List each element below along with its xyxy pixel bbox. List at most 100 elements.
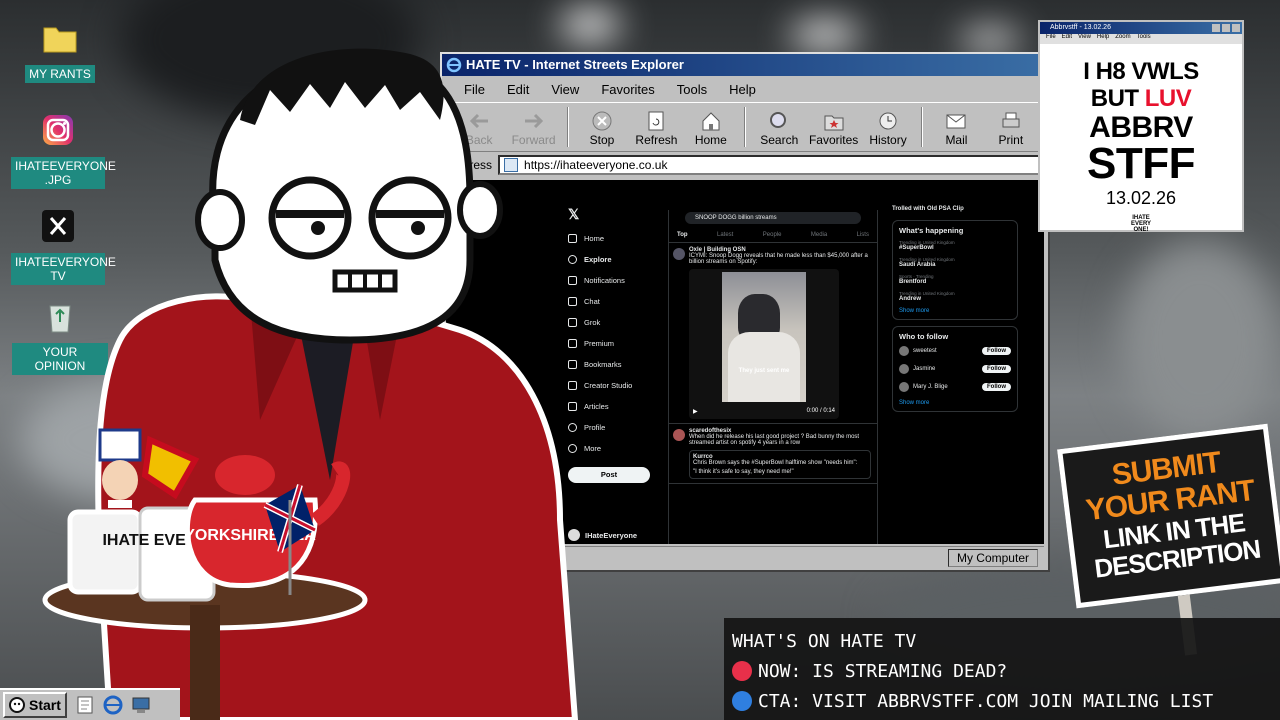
x-nav-bookmarks[interactable]: Bookmarks bbox=[568, 354, 664, 375]
trend-headline[interactable]: Trolled with Old PSA Clip bbox=[892, 206, 1018, 212]
x-nav-home[interactable]: Home bbox=[568, 228, 664, 249]
refresh-button[interactable]: Refresh bbox=[629, 111, 683, 147]
menu-zoom[interactable]: Zoom bbox=[1115, 34, 1130, 44]
history-button[interactable]: History bbox=[861, 111, 915, 147]
x-nav-more[interactable]: More bbox=[568, 438, 664, 459]
menu-help[interactable]: Help bbox=[1097, 34, 1109, 44]
trend-item[interactable]: Trending in United Kingdom Andrew bbox=[899, 291, 1011, 302]
menu-view[interactable]: View bbox=[1078, 34, 1091, 44]
menu-favorites[interactable]: Favorites bbox=[601, 82, 654, 97]
tweet[interactable]: scaredofthesix When did he release his l… bbox=[669, 424, 877, 484]
follow-suggestion: Jasmine Follow bbox=[899, 364, 1011, 374]
x-logo-icon[interactable]: 𝕏 bbox=[568, 206, 664, 228]
desktop-computer-icon[interactable] bbox=[131, 695, 151, 715]
tab-top[interactable]: Top bbox=[677, 232, 688, 238]
browser-toolbar: Back Forward Stop Refresh Home Search Fa… bbox=[442, 102, 1048, 152]
trend-item[interactable]: Sports · Trending Brentford bbox=[899, 274, 1011, 285]
follow-button[interactable]: Follow bbox=[982, 383, 1011, 391]
close-button[interactable] bbox=[1232, 24, 1240, 32]
x-nav-profile[interactable]: Profile bbox=[568, 417, 664, 438]
x-nav-grok[interactable]: Grok bbox=[568, 312, 664, 333]
menu-file[interactable]: File bbox=[464, 82, 485, 97]
mail-icon bbox=[946, 114, 966, 129]
nav-label: More bbox=[584, 444, 602, 453]
start-button[interactable]: Start bbox=[3, 692, 67, 718]
search-button[interactable]: Search bbox=[752, 111, 806, 147]
x-nav-creator-studio[interactable]: Creator Studio bbox=[568, 375, 664, 396]
home-label: Home bbox=[694, 133, 727, 147]
nav-label: Profile bbox=[584, 423, 606, 432]
play-icon[interactable]: ▶ bbox=[693, 408, 698, 415]
mail-button[interactable]: Mail bbox=[929, 111, 983, 147]
tab-lists[interactable]: Lists bbox=[857, 232, 869, 238]
menu-edit[interactable]: Edit bbox=[1062, 34, 1072, 44]
menu-edit[interactable]: Edit bbox=[507, 82, 529, 97]
favorites-button[interactable]: Favorites bbox=[806, 111, 860, 147]
show-more-link[interactable]: Show more bbox=[899, 308, 1011, 314]
tab-latest[interactable]: Latest bbox=[717, 232, 733, 238]
x-nav-explore[interactable]: Explore bbox=[568, 249, 664, 270]
avatar bbox=[673, 248, 685, 260]
x-nav-premium[interactable]: Premium bbox=[568, 333, 664, 354]
abbrv-titlebar[interactable]: Abbrvstff - 13.02.26 bbox=[1040, 22, 1242, 34]
tab-people[interactable]: People bbox=[763, 232, 782, 238]
follow-button[interactable]: Follow bbox=[982, 365, 1011, 373]
x-account-switcher[interactable]: IHateEveryone bbox=[568, 529, 664, 541]
desktop-icon-my-rants[interactable]: MY RANTS bbox=[12, 20, 108, 83]
menu-file[interactable]: File bbox=[1046, 34, 1056, 44]
address-input[interactable]: https://ihateeveryone.co.uk bbox=[498, 155, 1042, 175]
tweet[interactable]: Oxle | Building OSN ICYMI: Snoop Dogg re… bbox=[669, 243, 877, 424]
menu-help[interactable]: Help bbox=[729, 82, 756, 97]
premium-icon bbox=[568, 339, 577, 348]
browser-titlebar[interactable]: HATE TV - Internet Streets Explorer bbox=[442, 54, 1048, 76]
address-url: https://ihateeveryone.co.uk bbox=[524, 158, 668, 172]
poster-date: 13.02.26 bbox=[1105, 188, 1177, 208]
forward-label: Forward bbox=[511, 133, 556, 147]
menu-tools[interactable]: Tools bbox=[677, 82, 707, 97]
trend-topic: Andrew bbox=[899, 296, 922, 302]
grok-icon bbox=[568, 318, 577, 327]
desktop-icon-x-tv[interactable]: IHATEEVERYONE TV bbox=[10, 208, 116, 285]
info-cta-row: CTA: VISIT ABBRVSTFF.COM JOIN MAILING LI… bbox=[732, 686, 1272, 716]
show-more-link[interactable]: Show more bbox=[899, 400, 1011, 406]
history-label: History bbox=[869, 133, 907, 147]
x-post-button[interactable]: Post bbox=[568, 467, 650, 483]
avatar bbox=[899, 346, 909, 356]
desktop-icon-instagram[interactable]: IHATEEVERYONE .JPG bbox=[10, 112, 116, 189]
poster-line-1: I H8 VWLS bbox=[1083, 58, 1199, 85]
red-dot-icon bbox=[732, 661, 752, 681]
menu-view[interactable]: View bbox=[551, 82, 579, 97]
maximize-button[interactable] bbox=[1222, 24, 1230, 32]
avatar bbox=[568, 529, 580, 541]
trend-item[interactable]: Trending in United Kingdom Saudi Arabia bbox=[899, 257, 1011, 268]
bell-icon bbox=[568, 276, 577, 285]
forward-button[interactable]: Forward bbox=[506, 111, 560, 147]
x-nav-notifications[interactable]: Notifications bbox=[568, 270, 664, 291]
now-playing-panel: WHAT'S ON HATE TV NOW: IS STREAMING DEAD… bbox=[724, 618, 1280, 720]
stop-label: Stop bbox=[589, 133, 615, 147]
x-nav-articles[interactable]: Articles bbox=[568, 396, 664, 417]
home-icon bbox=[568, 234, 577, 243]
notepad-icon[interactable] bbox=[75, 695, 95, 715]
address-label: Address bbox=[448, 158, 493, 172]
follow-button[interactable]: Follow bbox=[982, 347, 1011, 355]
x-search-input[interactable]: SNOOP DOGG billion streams bbox=[685, 212, 861, 224]
internet-explorer-icon[interactable] bbox=[103, 695, 123, 715]
stop-button[interactable]: Stop bbox=[575, 111, 629, 147]
minimize-button[interactable] bbox=[1212, 24, 1220, 32]
trend-item[interactable]: Trending in United Kingdom #SuperBowl bbox=[899, 240, 1011, 251]
tab-media[interactable]: Media bbox=[811, 232, 827, 238]
menu-tools[interactable]: Tools bbox=[1137, 34, 1151, 44]
avatar bbox=[899, 382, 909, 392]
nav-label: Notifications bbox=[584, 276, 625, 285]
x-nav-chat[interactable]: Chat bbox=[568, 291, 664, 312]
print-button[interactable]: Print bbox=[984, 111, 1038, 147]
refresh-label: Refresh bbox=[635, 133, 678, 147]
back-arrow-icon bbox=[470, 113, 489, 129]
back-button[interactable]: Back bbox=[452, 111, 506, 147]
mail-label: Mail bbox=[945, 133, 968, 147]
home-button[interactable]: Home bbox=[684, 111, 738, 147]
desktop-icon-recycle-bin[interactable]: YOUR OPINION bbox=[12, 298, 108, 375]
tweet-video[interactable]: They just sent me ▶ 0:00 / 0:14 bbox=[689, 269, 839, 419]
quoted-tweet[interactable]: Kurrco Chris Brown says the #SuperBowl h… bbox=[689, 450, 871, 479]
